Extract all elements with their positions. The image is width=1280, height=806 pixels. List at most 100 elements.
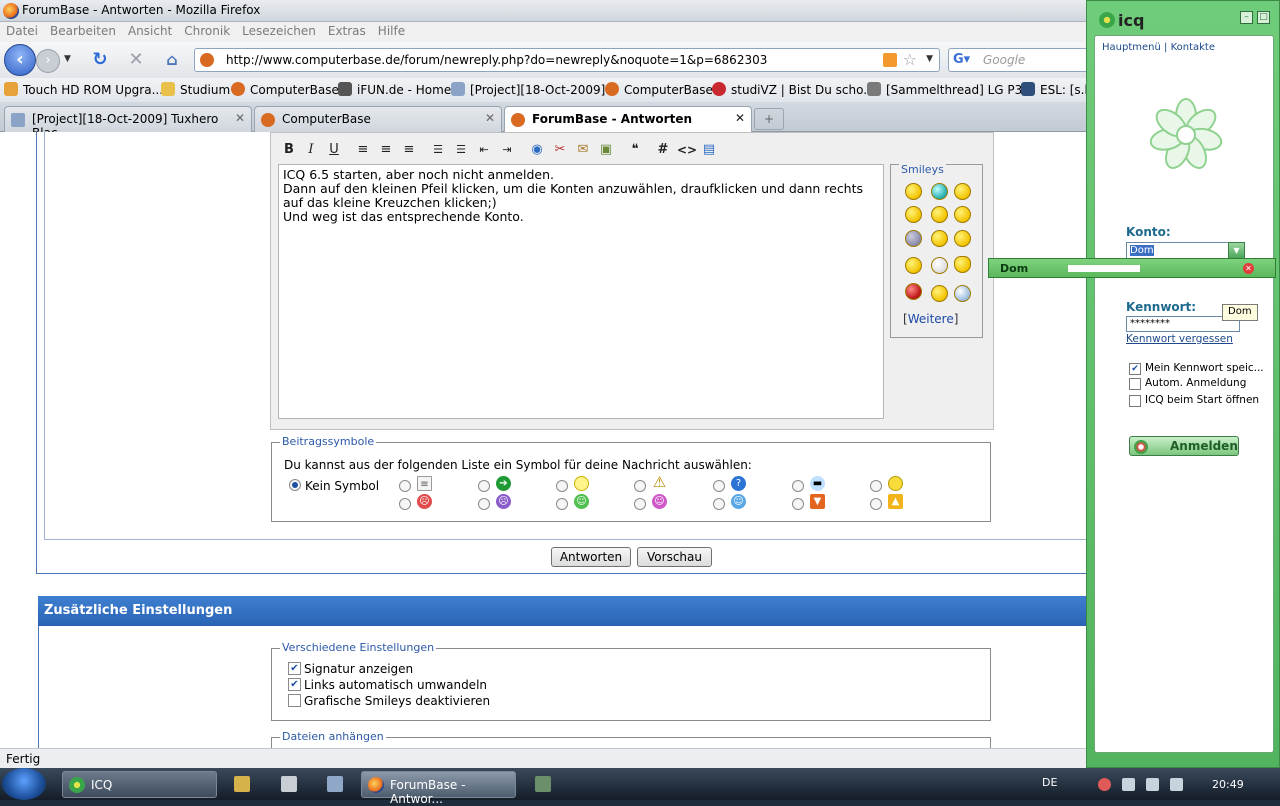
history-dropdown-icon[interactable]: ▼ (64, 52, 76, 66)
preview-button[interactable]: Vorschau (637, 547, 712, 567)
forgot-password-link[interactable]: Kennwort vergessen (1126, 333, 1233, 345)
forward-button[interactable]: › (36, 49, 60, 73)
task-firefox[interactable]: ForumBase - Antwor... (361, 771, 516, 806)
eek-icon[interactable] (931, 230, 948, 247)
signal-icon[interactable] (1122, 778, 1135, 791)
radio-post-icon[interactable] (634, 480, 646, 492)
glasses-icon[interactable] (931, 257, 948, 274)
radio-post-icon[interactable] (634, 498, 646, 510)
radio-post-icon[interactable] (478, 498, 490, 510)
underline-button[interactable]: U (325, 141, 343, 159)
tab-forumbase[interactable]: ForumBase - Antworten ✕ (504, 106, 752, 133)
surprised-icon[interactable] (931, 285, 948, 302)
bookmark-item[interactable]: ComputerBase (231, 82, 339, 97)
tab-computerbase[interactable]: ComputerBase ✕ (254, 106, 502, 132)
bookmark-item[interactable]: [Sammelthread] LG P3... (867, 82, 1034, 97)
grin-icon[interactable] (905, 257, 922, 274)
insert-link-icon[interactable]: ◉ (528, 141, 546, 159)
insert-email-icon[interactable]: ✉ (574, 141, 592, 159)
menu-lesezeichen[interactable]: Lesezeichen (242, 24, 316, 38)
radio-post-icon[interactable] (870, 498, 882, 510)
bold-button[interactable]: B (280, 141, 298, 159)
menu-ansicht[interactable]: Ansicht (128, 24, 172, 38)
frown-icon[interactable] (954, 230, 971, 247)
biggrin-icon[interactable] (931, 183, 948, 200)
message-textarea[interactable]: ICQ 6.5 starten, aber noch nicht anmelde… (278, 164, 884, 419)
quicklaunch-icon[interactable] (234, 776, 250, 792)
tray-app-icon[interactable] (1098, 778, 1111, 791)
search-bar[interactable]: G▾ Google (948, 48, 1086, 72)
menu-hilfe[interactable]: Hilfe (378, 24, 405, 38)
menu-bearbeiten[interactable]: Bearbeiten (50, 24, 116, 38)
italic-button[interactable]: I (302, 141, 320, 159)
menu-extras[interactable]: Extras (328, 24, 366, 38)
reload-icon[interactable]: ↻ (90, 50, 110, 70)
align-right-icon[interactable]: ≡ (400, 141, 418, 159)
radio-no-icon[interactable] (289, 479, 301, 491)
disable-smileys-checkbox[interactable] (288, 694, 301, 707)
bookmark-item[interactable]: studiVZ | Bist Du scho... (712, 82, 875, 97)
close-tab-icon[interactable]: ✕ (235, 111, 245, 125)
minimize-icon[interactable]: – (1240, 11, 1253, 24)
language-indicator[interactable]: DE (1042, 776, 1057, 789)
clock[interactable]: 20:49 (1212, 778, 1244, 791)
start-button[interactable] (2, 768, 46, 800)
open-on-start-checkbox[interactable] (1129, 395, 1141, 407)
align-left-icon[interactable]: ≡ (354, 141, 372, 159)
radio-post-icon[interactable] (792, 498, 804, 510)
radio-post-icon[interactable] (792, 480, 804, 492)
menu-chronik[interactable]: Chronik (184, 24, 230, 38)
save-password-checkbox[interactable]: ✔ (1129, 363, 1141, 375)
bookmark-item[interactable]: iFUN.de - Home (338, 82, 451, 97)
account-dropdown-item[interactable]: Dom ✕ (988, 258, 1276, 278)
outdent-icon[interactable]: ⇤ (475, 141, 493, 159)
autolink-checkbox[interactable]: ✔ (288, 678, 301, 691)
remove-link-icon[interactable]: ✂ (551, 141, 569, 159)
account-dropdown-arrow-icon[interactable]: ▼ (1228, 242, 1245, 259)
indent-icon[interactable]: ⇥ (498, 141, 516, 159)
close-tab-icon[interactable]: ✕ (735, 111, 745, 125)
bookmark-item[interactable]: ComputerBase (605, 82, 713, 97)
signature-checkbox[interactable]: ✔ (288, 662, 301, 675)
url-text[interactable]: http://www.computerbase.de/forum/newrepl… (226, 53, 767, 67)
quicklaunch-icon[interactable] (535, 776, 551, 792)
icq-contacts-link[interactable]: Kontakte (1171, 42, 1215, 53)
king-icon[interactable] (954, 256, 971, 273)
html-button[interactable]: <> (677, 141, 697, 159)
login-button[interactable]: Anmelden (1129, 436, 1239, 456)
task-icq[interactable]: ICQ (62, 771, 217, 798)
bookmark-item[interactable]: Studium (161, 82, 230, 97)
devil-icon[interactable] (905, 283, 922, 300)
smile-icon[interactable] (905, 183, 922, 200)
code-button[interactable]: # (654, 141, 672, 159)
remove-account-icon[interactable]: ✕ (1243, 263, 1254, 274)
quicklaunch-icon[interactable] (327, 776, 343, 792)
ordered-list-icon[interactable]: ☰ (429, 141, 447, 159)
tab-project[interactable]: [Project][18-Oct-2009] Tuxhero Blac... ✕ (4, 106, 252, 140)
unordered-list-icon[interactable]: ☰ (452, 141, 470, 159)
wink-icon[interactable] (954, 183, 971, 200)
bookmark-item[interactable]: [Project][18-Oct-2009]... (451, 82, 617, 97)
device-icon[interactable] (1146, 778, 1159, 791)
radio-post-icon[interactable] (870, 480, 882, 492)
radio-post-icon[interactable] (478, 480, 490, 492)
quote-icon[interactable]: ❝ (626, 141, 644, 159)
home-icon[interactable]: ⌂ (162, 50, 182, 70)
php-code-icon[interactable]: ▤ (700, 141, 718, 159)
rolleyes-icon[interactable] (905, 230, 922, 247)
radio-post-icon[interactable] (556, 480, 568, 492)
radio-post-icon[interactable] (399, 498, 411, 510)
reply-button[interactable]: Antworten (551, 547, 631, 567)
icq-main-menu-link[interactable]: Hauptmenü (1102, 42, 1161, 53)
radio-post-icon[interactable] (713, 498, 725, 510)
radio-post-icon[interactable] (399, 480, 411, 492)
cool-icon[interactable] (954, 206, 971, 223)
more-smileys-link[interactable]: Weitere (908, 312, 954, 326)
stop-icon[interactable]: ✕ (126, 50, 146, 70)
auto-login-checkbox[interactable] (1129, 378, 1141, 390)
rss-feed-icon[interactable] (883, 53, 897, 67)
bookmark-item[interactable]: ESL: [s.k (1021, 82, 1086, 97)
url-bar[interactable]: http://www.computerbase.de/forum/newrepl… (194, 48, 940, 72)
insert-image-icon[interactable]: ▣ (597, 141, 615, 159)
shocked-icon[interactable] (954, 285, 971, 302)
